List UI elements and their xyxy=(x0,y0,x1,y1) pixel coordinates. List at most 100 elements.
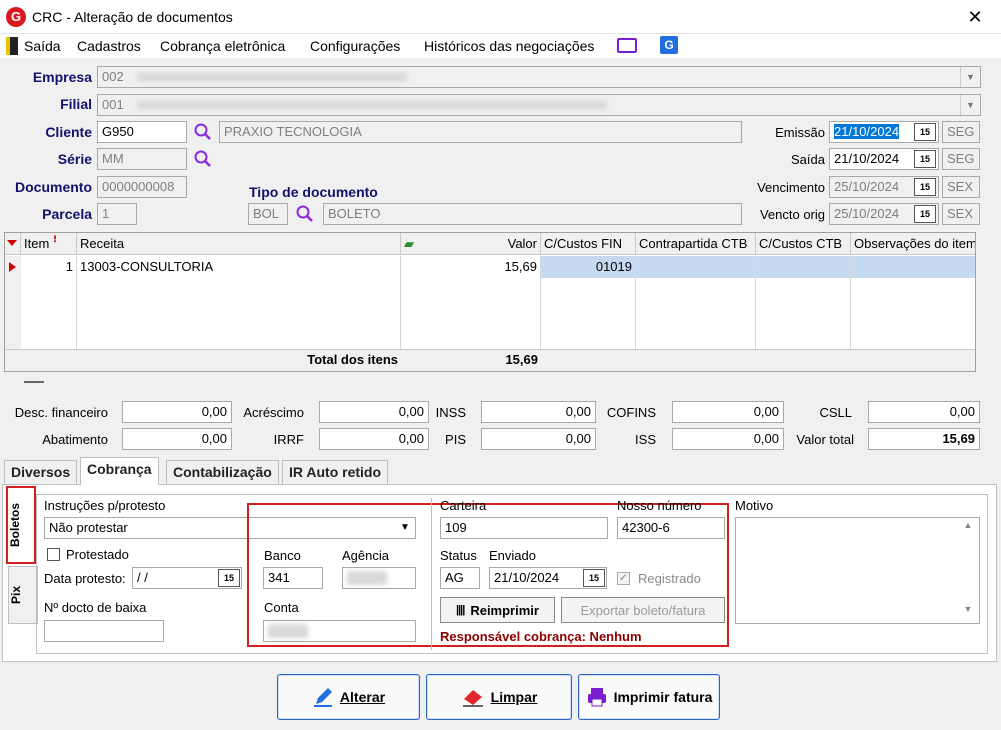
col-receita[interactable]: Receita xyxy=(77,233,401,255)
empresa-dropdown-chevron-icon[interactable]: ▼ xyxy=(960,67,980,87)
side-tab-pix[interactable]: Pix xyxy=(8,566,38,624)
row-ccustos-ctb[interactable] xyxy=(756,256,851,278)
enviado-calendar-icon[interactable]: 15 xyxy=(583,569,605,587)
nosso-numero-label: Nosso número xyxy=(617,498,702,513)
docto-baixa-label: Nº docto de baixa xyxy=(44,600,147,615)
banco-input[interactable]: 341 xyxy=(263,567,323,589)
parcela-input[interactable]: 1 xyxy=(97,203,137,225)
pis-input[interactable]: 0,00 xyxy=(481,428,596,450)
data-protesto-calendar-icon[interactable]: 15 xyxy=(218,569,240,587)
tab-ir-auto-retido[interactable]: IR Auto retido xyxy=(282,460,389,484)
menu-cadastros[interactable]: Cadastros xyxy=(77,38,141,54)
imprimir-fatura-label: Imprimir fatura xyxy=(613,689,713,705)
vencimento-label: Vencimento xyxy=(757,180,825,195)
vencimento-calendar-icon[interactable]: 15 xyxy=(914,178,936,196)
docto-baixa-input[interactable] xyxy=(44,620,164,642)
cofins-input[interactable]: 0,00 xyxy=(672,401,784,423)
menu-historicos[interactable]: Históricos das negociações xyxy=(424,38,594,54)
col-ccustos-ctb[interactable]: C/Custos CTB xyxy=(756,233,851,255)
irrf-label: IRRF xyxy=(273,432,304,447)
filial-label: Filial xyxy=(60,96,92,112)
desc-financeiro-input[interactable]: 0,00 xyxy=(122,401,232,423)
close-button[interactable]: ✕ xyxy=(960,4,990,30)
carteira-input[interactable]: 109 xyxy=(440,517,608,539)
serie-input[interactable]: MM xyxy=(97,148,187,170)
exportar-button[interactable]: Exportar boleto/fatura xyxy=(561,597,725,623)
tab-cobranca[interactable]: Cobrança xyxy=(80,457,159,485)
tab-diversos[interactable]: Diversos xyxy=(4,460,78,484)
agencia-label: Agência xyxy=(342,548,389,563)
g-logo-icon[interactable]: G xyxy=(660,36,678,54)
valor-total-input: 15,69 xyxy=(868,428,980,450)
empresa-select[interactable]: 002 xyxy=(97,66,981,88)
tab-contabilizacao[interactable]: Contabilização xyxy=(166,460,279,484)
menu-configuracoes[interactable]: Configurações xyxy=(310,38,400,54)
inss-input[interactable]: 0,00 xyxy=(481,401,596,423)
items-grid[interactable]: Item ꜝ Receita ▰ Valor C/Custos FIN Contr… xyxy=(4,232,976,372)
col-item[interactable]: Item ꜝ xyxy=(21,233,77,255)
registrado-checkbox[interactable]: ✓ xyxy=(617,572,630,585)
row-receita[interactable]: 13003-CONSULTORIA xyxy=(77,256,401,278)
row-item[interactable]: 1 xyxy=(21,256,77,278)
cliente-label: Cliente xyxy=(45,124,92,140)
saida-calendar-icon[interactable]: 15 xyxy=(914,150,936,168)
documento-input[interactable]: 0000000008 xyxy=(97,176,187,198)
serie-search-icon[interactable] xyxy=(193,149,213,169)
scroll-down-icon[interactable]: ▼ xyxy=(960,604,976,614)
reimprimir-button[interactable]: |||| Reimprimir xyxy=(440,597,555,623)
vencto-orig-calendar-icon[interactable]: 15 xyxy=(914,205,936,223)
carteira-label: Carteira xyxy=(440,498,487,513)
documento-label: Documento xyxy=(15,179,92,195)
splitter-handle[interactable] xyxy=(24,381,44,383)
col-contrapartida[interactable]: Contrapartida CTB xyxy=(636,233,756,255)
monitor-icon[interactable] xyxy=(617,38,637,53)
csll-input[interactable]: 0,00 xyxy=(868,401,980,423)
cliente-search-icon[interactable] xyxy=(193,122,213,142)
nosso-numero-input[interactable]: 42300-6 xyxy=(617,517,725,539)
exit-door-icon[interactable] xyxy=(6,37,18,55)
limpar-label: Limpar xyxy=(490,689,538,705)
limpar-button[interactable]: Limpar xyxy=(426,674,572,720)
status-input[interactable]: AG xyxy=(440,567,480,589)
tipo-search-icon[interactable] xyxy=(295,204,315,224)
irrf-input[interactable]: 0,00 xyxy=(319,428,429,450)
row-contrapartida[interactable] xyxy=(636,256,756,278)
sort-icon: ꜝ xyxy=(52,236,58,251)
alterar-label: Alterar xyxy=(339,689,386,705)
col-observacoes[interactable]: Observações do item xyxy=(851,233,975,255)
agencia-input[interactable] xyxy=(342,567,416,589)
valor-total-label: Valor total xyxy=(796,432,854,447)
reimprimir-label: Reimprimir xyxy=(470,602,539,618)
scroll-up-icon[interactable]: ▲ xyxy=(960,520,976,530)
menu-cobranca-eletronica[interactable]: Cobrança eletrônica xyxy=(160,38,285,54)
row-ccustos-fin[interactable]: 01019 xyxy=(541,256,636,278)
emissao-calendar-icon[interactable]: 15 xyxy=(914,123,936,141)
banco-label: Banco xyxy=(264,548,301,563)
saida-day: SEG xyxy=(942,148,980,170)
conta-input[interactable] xyxy=(263,620,416,642)
protestado-checkbox[interactable] xyxy=(47,548,60,561)
abatimento-input[interactable]: 0,00 xyxy=(122,428,232,450)
divider xyxy=(431,498,432,650)
emissao-label: Emissão xyxy=(775,125,825,140)
side-tab-boletos[interactable]: Boletos xyxy=(6,486,36,564)
cliente-code-input[interactable]: G950 xyxy=(97,121,187,143)
conta-redacted xyxy=(268,624,308,638)
motivo-textarea[interactable] xyxy=(735,517,980,624)
protestado-label: Protestado xyxy=(66,547,129,562)
tipo-documento-label: Tipo de documento xyxy=(249,184,378,200)
filial-select[interactable]: 001 xyxy=(97,94,981,116)
row-valor[interactable]: 15,69 xyxy=(401,256,541,278)
iss-input[interactable]: 0,00 xyxy=(672,428,784,450)
total-label: Total dos itens xyxy=(307,352,398,367)
alterar-button[interactable]: Alterar xyxy=(277,674,420,720)
imprimir-fatura-button[interactable]: Imprimir fatura xyxy=(578,674,720,720)
col-valor[interactable]: ▰ Valor xyxy=(401,233,541,255)
tipo-code-input[interactable]: BOL xyxy=(248,203,288,225)
serie-label: Série xyxy=(57,151,92,167)
acrescimo-input[interactable]: 0,00 xyxy=(319,401,429,423)
filial-dropdown-chevron-icon[interactable]: ▼ xyxy=(960,95,980,115)
menu-saida[interactable]: Saída xyxy=(24,38,61,54)
eraser-icon xyxy=(462,690,483,707)
col-ccustos-fin[interactable]: C/Custos FIN xyxy=(541,233,636,255)
